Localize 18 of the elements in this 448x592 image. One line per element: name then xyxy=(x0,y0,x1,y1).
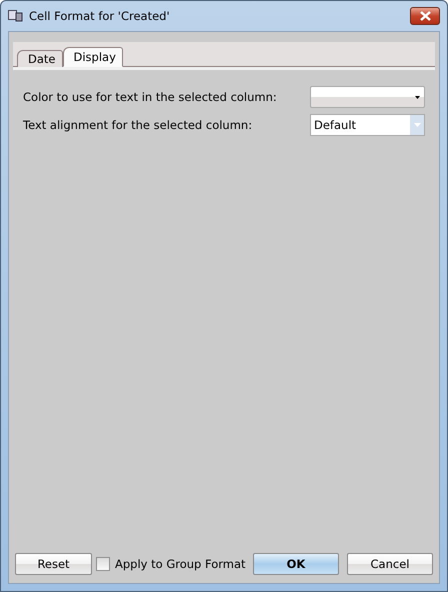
checkbox-label: Apply to Group Format xyxy=(115,557,246,571)
color-dropdown[interactable] xyxy=(310,86,425,108)
field-label: Color to use for text in the selected column: xyxy=(23,90,277,104)
window-title: Cell Format for 'Created' xyxy=(29,9,171,23)
reset-button[interactable]: Reset xyxy=(15,553,92,575)
alignment-dropdown[interactable]: Default xyxy=(310,114,425,136)
tab[interactable]: Date xyxy=(17,50,62,67)
checkbox[interactable] xyxy=(96,557,110,571)
table-format-icon xyxy=(8,10,23,22)
tab[interactable]: Display xyxy=(62,47,123,67)
close-button[interactable] xyxy=(410,7,440,25)
caret-icon xyxy=(414,123,420,127)
close-icon xyxy=(420,11,430,21)
cancel-button[interactable]: Cancel xyxy=(347,553,433,575)
caret-icon xyxy=(415,96,420,98)
field-label: Text alignment for the selected column: xyxy=(23,118,252,132)
dropdown-value: Default xyxy=(313,118,358,132)
ok-button[interactable]: OK xyxy=(253,553,339,575)
